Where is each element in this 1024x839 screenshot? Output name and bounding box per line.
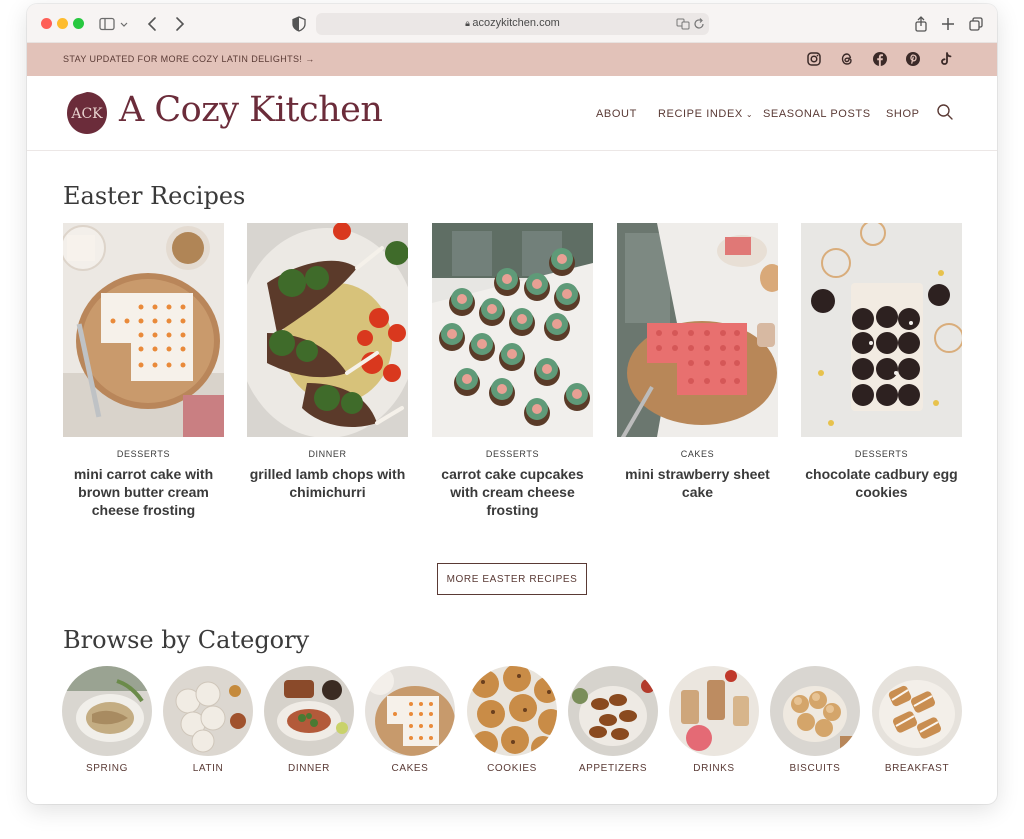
category-label[interactable]: DINNER <box>264 763 354 774</box>
address-bar[interactable]: 🔒︎ acozykitchen.com <box>316 13 709 35</box>
facebook-icon[interactable] <box>872 51 888 67</box>
recipe-category[interactable]: DESSERTS <box>432 449 593 459</box>
category-item-drinks[interactable]: DRINKS <box>669 666 759 774</box>
recipe-card[interactable]: DINNER grilled lamb chops with chimichur… <box>247 223 408 501</box>
recipe-title[interactable]: carrot cake cupcakes with cream cheese f… <box>432 465 593 519</box>
recipe-category[interactable]: DESSERTS <box>801 449 962 459</box>
category-image[interactable] <box>669 666 759 756</box>
category-label[interactable]: CAKES <box>365 763 455 774</box>
nav-recipe-index-label: RECIPE INDEX <box>658 108 743 120</box>
url-text: 🔒︎ acozykitchen.com <box>465 17 560 29</box>
announcement-link[interactable]: STAY UPDATED FOR MORE COZY LATIN DELIGHT… <box>63 54 315 64</box>
category-image[interactable] <box>163 666 253 756</box>
category-item-cakes[interactable]: CAKES <box>365 666 455 774</box>
recipe-title[interactable]: chocolate cadbury egg cookies <box>801 465 962 501</box>
category-label[interactable]: BREAKFAST <box>872 763 962 774</box>
nav-shop[interactable]: SHOP <box>886 108 920 120</box>
recipe-image[interactable] <box>801 223 962 437</box>
category-image[interactable] <box>872 666 962 756</box>
recipe-image[interactable] <box>617 223 778 437</box>
reload-icon[interactable] <box>692 17 706 31</box>
category-label[interactable]: LATIN <box>163 763 253 774</box>
category-label[interactable]: DRINKS <box>669 763 759 774</box>
category-label[interactable]: BISCUITS <box>770 763 860 774</box>
share-icon[interactable] <box>912 15 930 33</box>
category-item-spring[interactable]: SPRING <box>62 666 152 774</box>
category-item-dinner[interactable]: DINNER <box>264 666 354 774</box>
back-arrow-icon[interactable] <box>144 15 162 33</box>
pinterest-icon[interactable] <box>905 51 921 67</box>
privacy-shield-icon[interactable] <box>290 15 308 33</box>
category-image[interactable] <box>264 666 354 756</box>
recipe-title[interactable]: mini strawberry sheet cake <box>617 465 778 501</box>
category-image[interactable] <box>467 666 557 756</box>
category-label[interactable]: COOKIES <box>467 763 557 774</box>
recipe-card[interactable]: CAKES mini strawberry sheet cake <box>617 223 778 501</box>
nav-seasonal-posts[interactable]: SEASONAL POSTS <box>763 108 871 120</box>
nav-recipe-index[interactable]: RECIPE INDEX ⌄ <box>658 108 753 120</box>
logo-badge-icon[interactable]: ACK <box>67 92 107 134</box>
category-image[interactable] <box>365 666 455 756</box>
site-logo[interactable]: A Cozy Kitchen <box>119 90 383 130</box>
recipe-category[interactable]: DESSERTS <box>63 449 224 459</box>
recipe-card[interactable]: DESSERTS chocolate cadbury egg cookies <box>801 223 962 501</box>
category-image[interactable] <box>62 666 152 756</box>
maximize-window-button[interactable] <box>73 18 84 29</box>
search-icon[interactable] <box>936 103 954 121</box>
category-item-cookies[interactable]: COOKIES <box>467 666 557 774</box>
category-image[interactable] <box>770 666 860 756</box>
close-window-button[interactable] <box>41 18 52 29</box>
svg-text:ACK: ACK <box>70 106 103 122</box>
tab-overview-icon[interactable] <box>967 15 985 33</box>
sidebar-toggle-icon[interactable] <box>98 15 116 33</box>
recipe-image[interactable] <box>63 223 224 437</box>
announcement-bar: STAY UPDATED FOR MORE COZY LATIN DELIGHT… <box>27 43 997 76</box>
recipe-image[interactable] <box>432 223 593 437</box>
browse-section-title: Browse by Category <box>63 626 310 654</box>
recipe-category[interactable]: DINNER <box>247 449 408 459</box>
browser-toolbar: 🔒︎ acozykitchen.com <box>27 4 997 43</box>
recipe-image[interactable] <box>247 223 408 437</box>
category-label[interactable]: SPRING <box>62 763 152 774</box>
forward-arrow-icon[interactable] <box>170 15 188 33</box>
minimize-window-button[interactable] <box>57 18 68 29</box>
browser-window: 🔒︎ acozykitchen.com STAY UPDATED FOR MOR… <box>27 4 997 804</box>
tiktok-icon[interactable] <box>938 51 954 67</box>
new-tab-icon[interactable] <box>939 15 957 33</box>
category-item-latin[interactable]: LATIN <box>163 666 253 774</box>
translate-icon[interactable] <box>676 17 690 31</box>
more-easter-recipes-button[interactable]: MORE EASTER RECIPES <box>437 563 587 595</box>
recipe-title[interactable]: mini carrot cake with brown butter cream… <box>63 465 224 519</box>
category-item-biscuits[interactable]: BISCUITS <box>770 666 860 774</box>
recipe-card[interactable]: DESSERTS mini carrot cake with brown but… <box>63 223 224 519</box>
category-image[interactable] <box>568 666 658 756</box>
easter-section-title: Easter Recipes <box>63 182 246 210</box>
chevron-down-icon[interactable] <box>119 15 129 33</box>
recipe-title[interactable]: grilled lamb chops with chimichurri <box>247 465 408 501</box>
recipe-category[interactable]: CAKES <box>617 449 778 459</box>
nav-about[interactable]: ABOUT <box>596 108 637 120</box>
chevron-down-icon: ⌄ <box>745 110 754 119</box>
site-header: ACK A Cozy Kitchen ABOUT RECIPE INDEX ⌄ S… <box>27 76 997 151</box>
instagram-icon[interactable] <box>806 51 822 67</box>
category-item-appetizers[interactable]: APPETIZERS <box>568 666 658 774</box>
category-item-breakfast[interactable]: BREAKFAST <box>872 666 962 774</box>
threads-icon[interactable] <box>839 51 855 67</box>
recipe-card[interactable]: DESSERTS carrot cake cupcakes with cream… <box>432 223 593 519</box>
category-label[interactable]: APPETIZERS <box>568 763 658 774</box>
